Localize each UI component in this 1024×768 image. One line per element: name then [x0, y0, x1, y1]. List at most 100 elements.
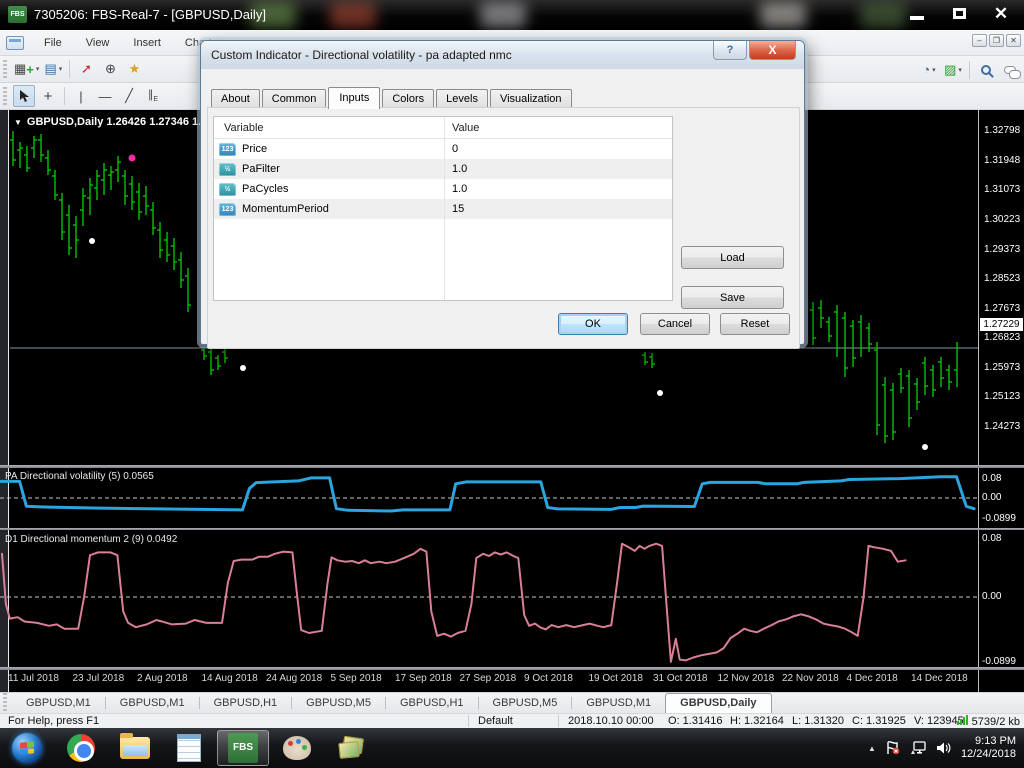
- price-bar: [898, 368, 904, 393]
- symbol-label[interactable]: ▼ GBPUSD,Daily 1.26426 1.27346 1.26: [14, 116, 213, 128]
- search-button[interactable]: [975, 59, 997, 81]
- action-center-flag-icon[interactable]: [885, 741, 901, 755]
- cancel-button[interactable]: Cancel: [640, 313, 710, 335]
- start-button[interactable]: [1, 730, 53, 766]
- tab-colors[interactable]: Colors: [382, 89, 435, 108]
- price-axis-label: 1.24273: [984, 421, 1021, 432]
- toolbar-grip[interactable]: [3, 87, 7, 105]
- menu-insert[interactable]: Insert: [121, 33, 173, 53]
- crosshair-tool-button[interactable]: +: [37, 85, 59, 107]
- maximize-button[interactable]: [940, 2, 978, 25]
- dialog-help-button[interactable]: ?: [713, 41, 747, 60]
- taskbar-paint[interactable]: [271, 730, 323, 766]
- fbs-icon: FBS: [228, 733, 258, 763]
- table-header: Variable Value: [214, 117, 672, 139]
- variable-value[interactable]: 0: [444, 143, 458, 155]
- chart-tab-0[interactable]: GBPUSD,M1: [12, 694, 105, 713]
- price-bar: [222, 348, 228, 363]
- panel-separator[interactable]: [0, 528, 1024, 530]
- clock-time: 9:13 PM: [975, 735, 1016, 747]
- vertical-line-button[interactable]: |: [70, 85, 92, 107]
- chart-tab-3[interactable]: GBPUSD,M5: [292, 694, 385, 713]
- tab-common[interactable]: Common: [261, 89, 327, 108]
- toolbar-separator: [69, 60, 71, 78]
- tab-levels[interactable]: Levels: [436, 89, 488, 108]
- indicators-button[interactable]: ➚: [75, 58, 97, 80]
- tab-about[interactable]: About: [211, 89, 260, 108]
- network-icon[interactable]: [910, 741, 927, 755]
- dialog-titlebar[interactable]: Custom Indicator - Directional volatilit…: [201, 41, 804, 69]
- variable-value[interactable]: 1.0: [444, 163, 467, 175]
- value-column-header[interactable]: Value: [444, 122, 479, 134]
- reset-button[interactable]: Reset: [720, 313, 790, 335]
- chrome-icon: [67, 734, 95, 762]
- taskbar-photos[interactable]: [325, 730, 377, 766]
- tab-visualization[interactable]: Visualization: [489, 89, 572, 108]
- variable-value[interactable]: 1.0: [444, 183, 467, 195]
- dialog-close-button[interactable]: X: [749, 41, 796, 60]
- chart-tab-6[interactable]: GBPUSD,M1: [572, 694, 665, 713]
- trendline-button[interactable]: ╱: [118, 85, 140, 107]
- taskbar-fbs-mt4[interactable]: FBS: [217, 730, 269, 766]
- menu-view[interactable]: View: [74, 33, 122, 53]
- table-row[interactable]: 123 MomentumPeriod 15: [214, 199, 672, 219]
- timeframes-button[interactable]: ◔ ▾: [918, 59, 940, 81]
- close-button[interactable]: ✕: [982, 2, 1020, 25]
- minimize-button[interactable]: [898, 2, 936, 25]
- chart-window-icon[interactable]: [6, 35, 24, 50]
- price-bar: [930, 365, 936, 397]
- chart-tab-4[interactable]: GBPUSD,H1: [386, 694, 478, 713]
- taskbar-notepad[interactable]: [163, 730, 215, 766]
- chart-tab-1[interactable]: GBPUSD,M1: [106, 694, 199, 713]
- comments-button[interactable]: [999, 59, 1021, 81]
- variable-value[interactable]: 15: [444, 203, 464, 215]
- show-hidden-icons-button[interactable]: ▲: [868, 744, 876, 753]
- load-button[interactable]: Load: [681, 246, 784, 269]
- cursor-tool-button[interactable]: [13, 85, 35, 107]
- chart-tab-7[interactable]: GBPUSD,Daily: [665, 693, 772, 713]
- panel-separator[interactable]: [0, 465, 1024, 468]
- crosshair-mode-button[interactable]: ⊕: [99, 58, 121, 80]
- search-icon: [981, 64, 991, 75]
- panel-separator[interactable]: [0, 667, 1024, 670]
- status-profile[interactable]: Default: [478, 715, 513, 727]
- table-row[interactable]: ½ PaCycles 1.0: [214, 179, 672, 199]
- price-bar: [73, 216, 79, 258]
- volume-icon[interactable]: [936, 741, 952, 755]
- taskbar-explorer[interactable]: [109, 730, 161, 766]
- variable-name: MomentumPeriod: [242, 203, 329, 215]
- mdi-restore-button[interactable]: ❐: [989, 34, 1004, 47]
- tab-inputs[interactable]: Inputs: [328, 87, 381, 109]
- table-row[interactable]: 123 Price 0: [214, 139, 672, 159]
- chart-tab-5[interactable]: GBPUSD,M5: [479, 694, 572, 713]
- favorites-button[interactable]: ★: [123, 58, 145, 80]
- chart-tab-2[interactable]: GBPUSD,H1: [200, 694, 292, 713]
- new-chart-button[interactable]: ▦ + ▾: [13, 58, 40, 80]
- templates-button[interactable]: ▨ ▾: [942, 59, 964, 81]
- horizontal-line-button[interactable]: —: [94, 85, 116, 107]
- table-row[interactable]: ½ PaFilter 1.0: [214, 159, 672, 179]
- price-bar: [101, 163, 107, 195]
- price-axis-label: 1.25123: [984, 391, 1021, 402]
- mdi-close-button[interactable]: ✕: [1006, 34, 1021, 47]
- menu-file[interactable]: File: [32, 33, 74, 53]
- price-bar: [850, 320, 856, 367]
- column-divider[interactable]: [444, 117, 445, 300]
- profiles-button[interactable]: ▤ ▾: [42, 58, 64, 80]
- date-label: 31 Oct 2018: [653, 673, 708, 684]
- price-bar: [946, 365, 952, 390]
- taskbar-chrome[interactable]: [55, 730, 107, 766]
- equidistant-channel-button[interactable]: ∥E: [142, 85, 164, 107]
- mdi-minimize-button[interactable]: –: [972, 34, 987, 47]
- price-bar: [938, 357, 944, 387]
- price-bar: [882, 377, 888, 443]
- taskbar-clock[interactable]: 9:13 PM 12/24/2018: [961, 735, 1016, 761]
- white-signal-dot: [89, 238, 95, 244]
- variable-column-header[interactable]: Variable: [214, 122, 444, 134]
- save-button[interactable]: Save: [681, 286, 784, 309]
- toolbar-grip[interactable]: [3, 60, 7, 78]
- dialog-tabs: About Common Inputs Colors Levels Visualizati…: [211, 87, 574, 109]
- ok-button[interactable]: OK: [558, 313, 628, 335]
- cursor-icon: [19, 90, 29, 102]
- tabbar-grip[interactable]: [3, 693, 7, 711]
